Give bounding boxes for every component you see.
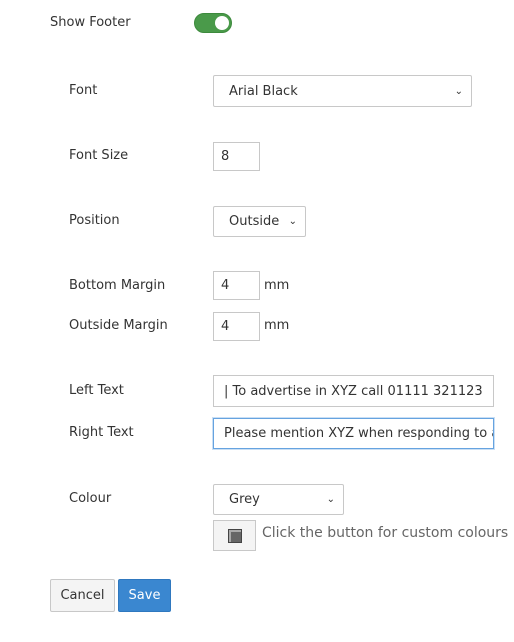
position-select[interactable]: Outside ⌄	[213, 206, 306, 237]
bottom-margin-input[interactable]: 4	[213, 271, 260, 300]
right-text-value: Please mention XYZ when responding to ad…	[224, 426, 493, 441]
outside-margin-input[interactable]: 4	[213, 312, 260, 341]
bottom-margin-label: Bottom Margin	[69, 278, 166, 293]
colour-select-value: Grey	[229, 492, 260, 507]
position-select-value: Outside	[229, 214, 280, 229]
left-text-label: Left Text	[69, 383, 124, 398]
font-label: Font	[69, 83, 98, 98]
save-button[interactable]: Save	[118, 579, 171, 612]
left-text-value: | To advertise in XYZ call 01111 321123	[224, 383, 483, 399]
font-select[interactable]: Arial Black ⌄	[213, 75, 472, 107]
outside-margin-unit: mm	[264, 318, 290, 333]
bottom-margin-value: 4	[221, 278, 230, 293]
left-text-input[interactable]: | To advertise in XYZ call 01111 321123	[213, 375, 494, 407]
position-label: Position	[69, 213, 120, 228]
outside-margin-label: Outside Margin	[69, 318, 168, 333]
toggle-knob	[215, 16, 229, 30]
cancel-button[interactable]: Cancel	[50, 579, 115, 612]
color-swatch-icon	[227, 528, 242, 543]
right-text-input[interactable]: Please mention XYZ when responding to ad…	[213, 418, 494, 449]
font-size-label: Font Size	[69, 148, 129, 163]
chevron-down-icon: ⌄	[326, 494, 335, 505]
colour-label: Colour	[69, 491, 112, 506]
font-size-value: 8	[221, 149, 230, 164]
font-size-input[interactable]: 8	[213, 142, 260, 171]
custom-colour-hint: Click the button for custom colours	[262, 525, 509, 541]
custom-colour-button[interactable]	[213, 520, 256, 551]
chevron-down-icon: ⌄	[288, 216, 297, 227]
bottom-margin-unit: mm	[264, 278, 290, 293]
chevron-down-icon: ⌄	[454, 85, 463, 97]
show-footer-toggle[interactable]	[194, 13, 232, 33]
show-footer-label: Show Footer	[50, 15, 131, 30]
colour-select[interactable]: Grey ⌄	[213, 484, 344, 515]
outside-margin-value: 4	[221, 319, 230, 334]
font-select-value: Arial Black	[229, 83, 298, 99]
right-text-label: Right Text	[69, 425, 134, 440]
